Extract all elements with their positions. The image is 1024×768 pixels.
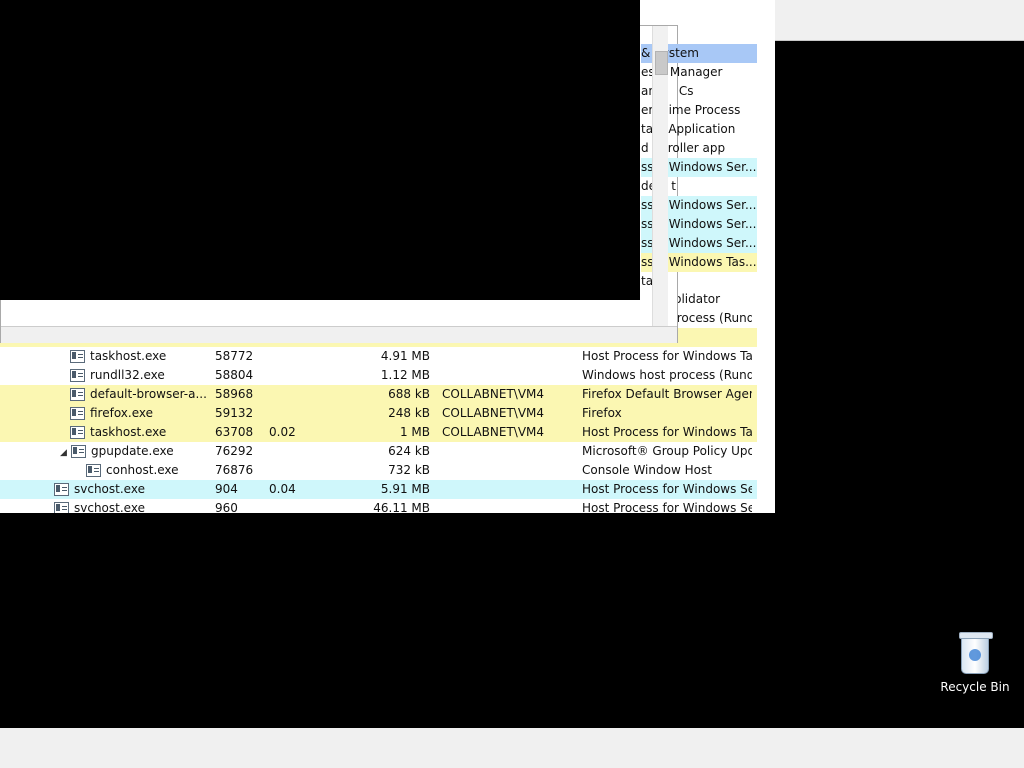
process-row[interactable]: svchost.exe 904 0.04 5.91 MB Host Process fo… [0, 480, 757, 499]
process-name-text: gpupdate.exe [91, 444, 174, 458]
black-region [0, 0, 640, 300]
process-cpu: 0.04 [269, 482, 296, 496]
process-pid: 63708 [215, 425, 254, 439]
process-description: Host Process for Windows Tas... [582, 349, 752, 363]
process-name: taskhost.exe [70, 423, 166, 442]
process-name: rundll32.exe [70, 366, 165, 385]
process-memory: 4.91 MB [380, 349, 430, 363]
process-row[interactable]: taskhost.exe 58772 4.91 MB Host Process for… [0, 347, 757, 366]
process-memory: 624 kB [388, 444, 430, 458]
process-pid: 904 [215, 482, 238, 496]
process-icon [70, 426, 85, 439]
process-description: Host Process for Windows Ser... [582, 501, 752, 513]
process-description: Host Process for Windows Ser... [582, 482, 752, 496]
process-name-text: taskhost.exe [90, 349, 167, 363]
scrollbar-thumb[interactable] [655, 51, 668, 75]
process-row[interactable]: svchost.exe 960 46.11 MB Host Process for W… [0, 499, 757, 513]
process-name-text: taskhost.exe [90, 425, 167, 439]
process-name: firefox.exe [70, 404, 153, 423]
process-name: svchost.exe [54, 480, 145, 499]
process-name: default-browser-a... [70, 385, 207, 404]
process-row[interactable]: default-browser-a... 58968 688 kB COLLABNET… [0, 385, 757, 404]
process-icon [54, 483, 69, 496]
process-icon [70, 407, 85, 420]
process-name-text: svchost.exe [74, 482, 145, 496]
process-memory: 1 MB [399, 425, 430, 439]
window-titlebar[interactable] [775, 0, 1024, 41]
process-cpu: 0.02 [269, 425, 296, 439]
process-name-text: conhost.exe [106, 463, 179, 477]
process-user: COLLABNET\VM4 [442, 387, 545, 401]
process-pid: 58968 [215, 387, 254, 401]
process-pid: 58772 [215, 349, 254, 363]
process-pid: 76292 [215, 444, 254, 458]
process-description: Firefox [582, 406, 622, 420]
process-name-text: default-browser-a... [90, 387, 207, 401]
process-user: COLLABNET\VM4 [442, 406, 545, 420]
process-description: Windows host process (Rundll... [582, 368, 752, 382]
dialog-scrollbar[interactable] [652, 26, 668, 326]
process-pid: 58804 [215, 368, 254, 382]
process-row[interactable]: taskhost.exe 63708 0.02 1 MB COLLABNET\VM4 Ho… [0, 423, 757, 442]
process-memory: 248 kB [388, 406, 430, 420]
process-icon [70, 369, 85, 382]
recycle-bin-label: Recycle Bin [940, 680, 1010, 694]
taskbar [0, 728, 1024, 768]
process-row[interactable]: firefox.exe 59132 248 kB COLLABNET\VM4 Firef… [0, 404, 757, 423]
process-icon [70, 350, 85, 363]
process-name-text: firefox.exe [90, 406, 154, 420]
process-memory: 1.12 MB [380, 368, 430, 382]
process-row[interactable]: conhost.exe 76876 732 kB Console Window Hos… [0, 461, 757, 480]
process-name-text: svchost.exe [74, 501, 145, 513]
recycle-bin-icon[interactable] [958, 630, 993, 676]
recycle-bin[interactable]: Recycle Bin [940, 630, 1010, 694]
process-description: Firefox Default Browser Agent [582, 387, 752, 401]
process-name: svchost.exe [54, 499, 145, 513]
process-description: Console Window Host [582, 463, 712, 477]
process-icon [70, 388, 85, 401]
process-pid: 59132 [215, 406, 254, 420]
process-user: COLLABNET\VM4 [442, 425, 545, 439]
process-memory: 688 kB [388, 387, 430, 401]
process-memory: 5.91 MB [380, 482, 430, 496]
process-icon [54, 502, 69, 513]
process-pid: 960 [215, 501, 238, 513]
process-name: taskhost.exe [70, 347, 166, 366]
process-pid: 76876 [215, 463, 254, 477]
process-row[interactable]: rundll32.exe 58804 1.12 MB Windows host pro… [0, 366, 757, 385]
process-description: Host Process for Windows Tas... [582, 425, 752, 439]
process-row[interactable]: ◢ gpupdate.exe 76292 624 kB Microsoft® Group… [0, 442, 757, 461]
process-icon [71, 445, 86, 458]
process-description: Microsoft® Group Policy Upd... [582, 444, 752, 458]
dialog-bottom-bar [1, 326, 677, 343]
process-memory: 46.11 MB [373, 501, 430, 513]
process-name: conhost.exe [86, 461, 179, 480]
dialog-item-text: & System [641, 46, 699, 60]
process-name-text: rundll32.exe [90, 368, 165, 382]
process-memory: 732 kB [388, 463, 430, 477]
process-name: ◢ gpupdate.exe [60, 442, 174, 463]
process-icon [86, 464, 101, 477]
